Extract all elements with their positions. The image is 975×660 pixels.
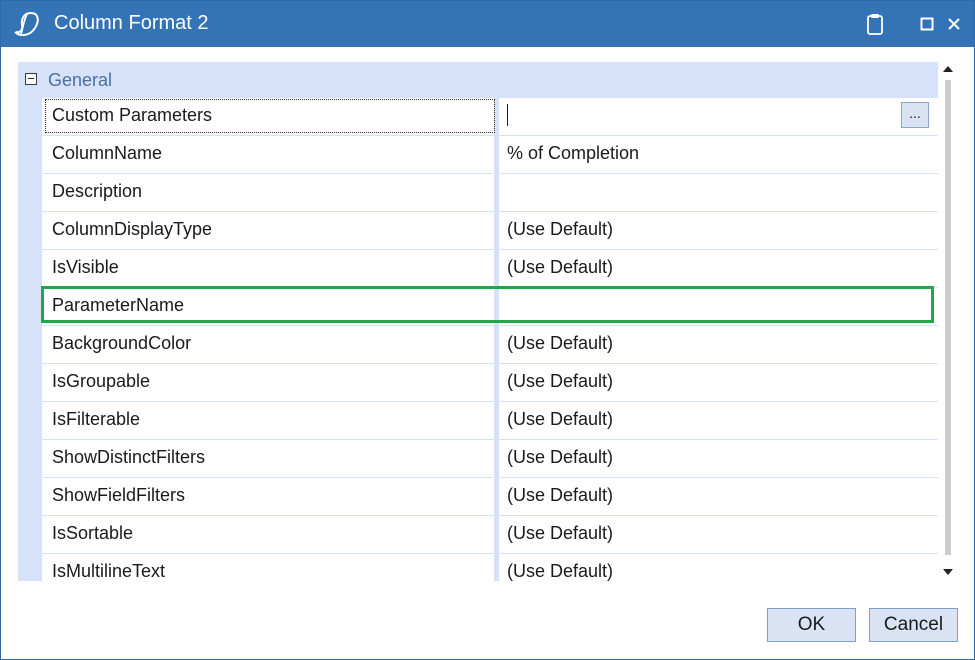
scroll-down-arrow-icon[interactable] (943, 569, 953, 575)
property-row-is-visible[interactable]: IsVisible (Use Default) (42, 250, 938, 288)
property-value[interactable]: (Use Default) (507, 409, 613, 430)
property-row-custom-parameters[interactable]: Custom Parameters ... (42, 98, 938, 136)
property-name: IsGroupable (52, 371, 151, 391)
cancel-button[interactable]: Cancel (869, 608, 958, 642)
ellipsis-button[interactable]: ... (901, 102, 929, 128)
property-row-column-name[interactable]: ColumnName % of Completion (42, 136, 938, 174)
text-caret (507, 104, 508, 126)
property-row-show-field-filters[interactable]: ShowFieldFilters (Use Default) (42, 478, 938, 516)
grid-gutter (18, 62, 42, 581)
property-row-show-distinct-filters[interactable]: ShowDistinctFilters (Use Default) (42, 440, 938, 478)
property-value[interactable]: % of Completion (507, 143, 639, 164)
maximize-button[interactable] (917, 12, 937, 36)
close-icon (948, 18, 960, 30)
property-row-is-sortable[interactable]: IsSortable (Use Default) (42, 516, 938, 554)
dialog-window: Column Format 2 General Custom Parameter… (0, 0, 975, 660)
property-row-is-filterable[interactable]: IsFilterable (Use Default) (42, 402, 938, 440)
property-value[interactable]: (Use Default) (507, 333, 613, 354)
property-name: ColumnDisplayType (52, 219, 213, 239)
property-name: IsVisible (52, 257, 119, 277)
property-name: Description (52, 181, 143, 201)
clipboard-button[interactable] (864, 12, 886, 36)
close-button[interactable] (944, 12, 964, 36)
clipboard-icon (867, 14, 883, 35)
scroll-up-arrow-icon[interactable] (943, 66, 953, 72)
property-name: BackgroundColor (52, 333, 192, 353)
property-name: ColumnName (52, 143, 163, 163)
maximize-icon (920, 17, 934, 31)
property-value[interactable]: (Use Default) (507, 447, 613, 468)
property-name: IsFilterable (52, 409, 141, 429)
property-name: ShowDistinctFilters (52, 447, 206, 467)
property-value[interactable]: (Use Default) (507, 561, 613, 581)
collapse-icon[interactable] (25, 73, 37, 85)
property-row-column-display-type[interactable]: ColumnDisplayType (Use Default) (42, 212, 938, 250)
property-name: Custom Parameters (52, 105, 213, 125)
property-value[interactable]: (Use Default) (507, 371, 613, 392)
category-label: General (48, 70, 113, 90)
scroll-thumb[interactable] (945, 80, 951, 555)
property-value[interactable]: (Use Default) (507, 257, 613, 278)
property-name: IsSortable (52, 523, 134, 543)
property-row-is-multiline-text[interactable]: IsMultilineText (Use Default) (42, 554, 938, 581)
window-title: Column Format 2 (54, 12, 209, 34)
category-row-general[interactable]: General (18, 62, 938, 98)
app-logo-icon (14, 11, 39, 37)
property-value[interactable]: (Use Default) (507, 485, 613, 506)
property-name: ShowFieldFilters (52, 485, 186, 505)
highlight-box (41, 286, 934, 323)
ok-button[interactable]: OK (767, 608, 856, 642)
vertical-scrollbar[interactable] (940, 62, 956, 581)
property-name: IsMultilineText (52, 561, 166, 581)
property-row-is-groupable[interactable]: IsGroupable (Use Default) (42, 364, 938, 402)
property-row-background-color[interactable]: BackgroundColor (Use Default) (42, 326, 938, 364)
property-value[interactable]: (Use Default) (507, 219, 613, 240)
title-bar[interactable]: Column Format 2 (1, 1, 974, 47)
property-value[interactable]: (Use Default) (507, 523, 613, 544)
property-row-description[interactable]: Description (42, 174, 938, 212)
